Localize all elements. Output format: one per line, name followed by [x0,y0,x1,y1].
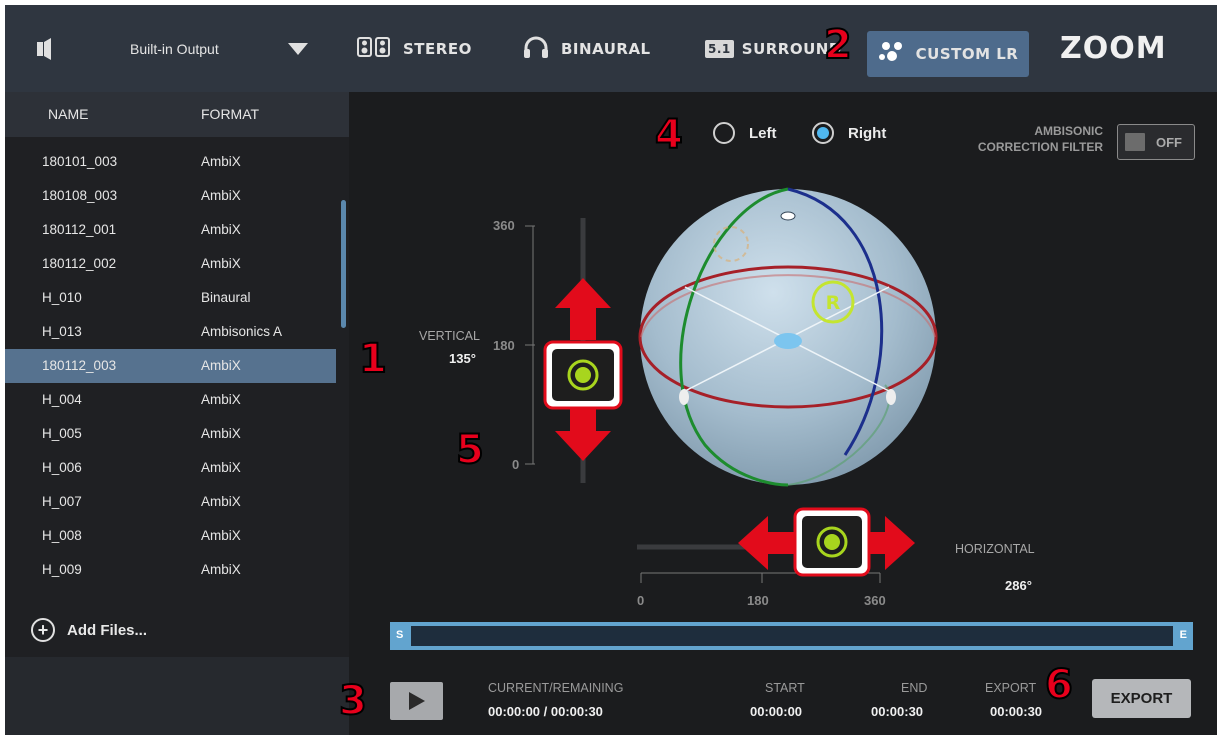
export-time-label: EXPORT [985,681,1037,695]
export-button[interactable]: EXPORT [1092,679,1191,718]
play-icon [408,692,425,710]
current-remaining-value: 00:00:00 / 00:00:30 [488,704,603,719]
start-value: 00:00:00 [750,704,803,719]
vertical-value: 135° [449,351,476,366]
vertical-label: VERTICAL [419,329,480,343]
horizontal-value: 286° [1005,578,1032,593]
callout-marker-5: 5 [455,427,485,473]
horizontal-tick-label-360: 360 [864,593,886,608]
callout-marker-6: 6 [1044,662,1074,708]
vertical-position-handle[interactable] [543,278,623,461]
horizontal-label: HORIZONTAL [955,542,1035,556]
current-remaining-label: CURRENT/REMAINING [488,681,624,695]
export-time-value: 00:00:30 [990,704,1043,719]
start-label: START [765,681,805,695]
callout-marker-1: 1 [358,336,388,382]
vertical-tick-label-180: 180 [493,338,515,353]
sphere-visualizer[interactable]: R [638,187,938,487]
vertical-tick-label-0: 0 [512,457,520,472]
timeline-start-marker[interactable]: S [396,629,403,641]
play-button[interactable] [390,682,443,720]
horizontal-position-handle[interactable] [738,507,915,577]
app-window: Built-in Output STEREO BINAURAL 5.1 SURR… [5,5,1217,735]
timeline-bar[interactable]: S E [390,622,1193,650]
end-label: END [901,681,928,695]
timeline-end-marker[interactable]: E [1180,629,1187,641]
callout-marker-2: 2 [823,22,853,68]
end-value: 00:00:30 [871,704,924,719]
sphere-right-marker: R [826,292,841,314]
timeline-track[interactable] [411,626,1173,646]
callout-marker-3: 3 [338,678,368,724]
horizontal-tick-label-0: 0 [637,593,645,608]
horizontal-tick-label-180: 180 [747,593,769,608]
callout-marker-4: 4 [654,112,684,158]
vertical-tick-label-360: 360 [493,218,515,233]
